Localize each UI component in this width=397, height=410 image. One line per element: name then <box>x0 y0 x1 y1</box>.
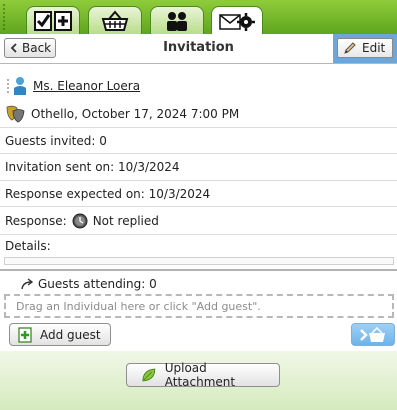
header: Back Invitation Edit <box>0 34 397 64</box>
event-row: Othello, October 17, 2024 7:00 PM <box>0 100 397 128</box>
sent-on-row: Invitation sent on: 10/3/2024 <box>0 154 397 181</box>
details-field[interactable] <box>4 257 394 265</box>
person-icon <box>14 76 26 95</box>
response-expected-row: Response expected on: 10/3/2024 <box>0 181 397 207</box>
details-label: Details: <box>5 239 51 253</box>
pencil-icon <box>344 42 356 54</box>
guest-dropzone[interactable]: Drag an Individual here or click "Add gu… <box>4 294 394 318</box>
arrow-basket-icon <box>360 326 385 342</box>
guests-attending: Guests attending: 0 <box>20 277 157 291</box>
event-text: Othello, October 17, 2024 7:00 PM <box>31 106 240 121</box>
guests-invited-row: Guests invited: 0 <box>0 128 397 154</box>
divider <box>0 269 397 271</box>
response-value: Not replied <box>92 213 159 228</box>
tab-tasks[interactable] <box>26 6 80 34</box>
grip-handle[interactable] <box>3 3 5 31</box>
mail-gear-icon <box>219 12 255 31</box>
edit-highlight: Edit <box>333 34 397 63</box>
checklist-plus-icon <box>34 10 72 31</box>
details-row: Details: <box>0 235 397 257</box>
curved-arrow-icon <box>21 278 34 290</box>
dropzone-text: Drag an Individual here or click "Add gu… <box>16 299 261 313</box>
add-guest-label: Add guest <box>40 327 101 342</box>
people-icon <box>167 11 187 31</box>
guests-invited-text: Guests invited: 0 <box>5 133 107 148</box>
tab-invitations[interactable] <box>211 6 263 34</box>
edit-label: Edit <box>362 41 386 55</box>
tab-shop[interactable] <box>88 6 142 34</box>
guest-name-link[interactable]: Ms. Eleanor Loera <box>33 79 140 93</box>
tab-people[interactable] <box>150 6 204 34</box>
add-document-icon <box>18 326 32 343</box>
response-label: Response: <box>5 213 67 228</box>
move-to-basket-button[interactable] <box>351 323 395 346</box>
add-guest-button[interactable]: Add guest <box>9 323 111 346</box>
sent-on-text: Invitation sent on: 10/3/2024 <box>5 160 180 174</box>
upload-attachment-button[interactable]: Upload Attachment <box>126 361 280 389</box>
response-row: Response: Not replied <box>0 207 397 235</box>
theater-masks-icon <box>6 105 25 122</box>
drag-handle-icon <box>7 78 9 93</box>
upload-label: Upload Attachment <box>164 361 236 389</box>
leaf-icon <box>142 368 156 382</box>
tab-bar <box>0 0 397 34</box>
edit-button[interactable]: Edit <box>337 38 393 58</box>
guest-row: Ms. Eleanor Loera <box>0 71 397 100</box>
response-expected-text: Response expected on: 10/3/2024 <box>5 186 211 201</box>
guests-attending-text: Guests attending: 0 <box>38 277 157 291</box>
clock-icon <box>72 213 88 228</box>
basket-icon <box>101 9 129 31</box>
